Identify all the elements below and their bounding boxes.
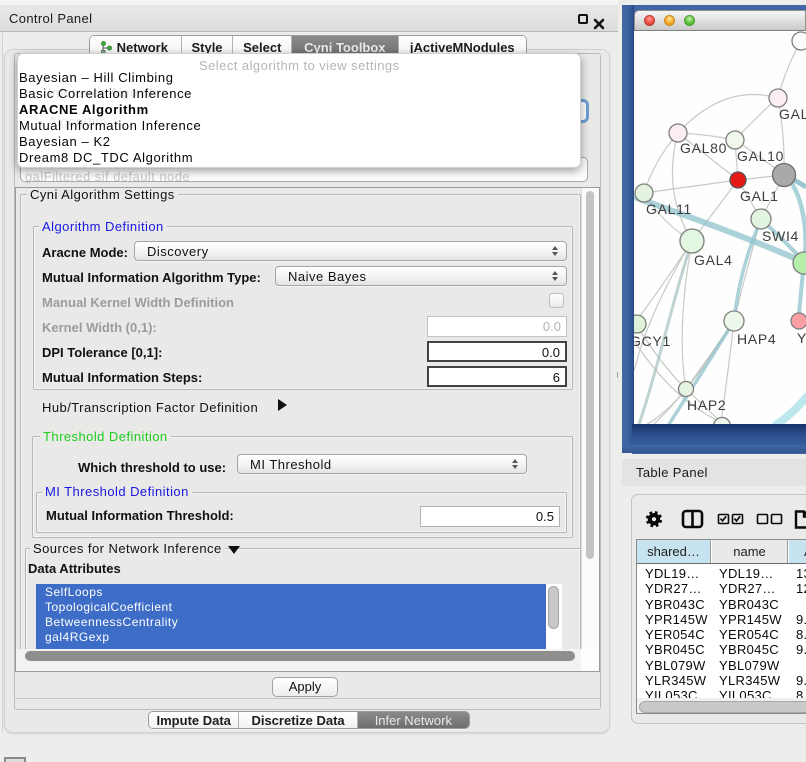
svg-text:Y: Y	[797, 330, 806, 346]
svg-text:GAL: GAL	[779, 106, 806, 122]
svg-text:GAL10: GAL10	[737, 148, 784, 164]
svg-text:GCY1: GCY1	[634, 333, 671, 349]
svg-text:SWI4: SWI4	[762, 228, 799, 244]
svg-text:HAP2: HAP2	[687, 397, 726, 413]
svg-text:GAL80: GAL80	[680, 140, 727, 156]
svg-text:HAP4: HAP4	[737, 331, 776, 347]
svg-text:GAL1: GAL1	[740, 188, 779, 204]
svg-text:GAL11: GAL11	[646, 201, 692, 217]
svg-text:GAL4: GAL4	[694, 252, 733, 268]
